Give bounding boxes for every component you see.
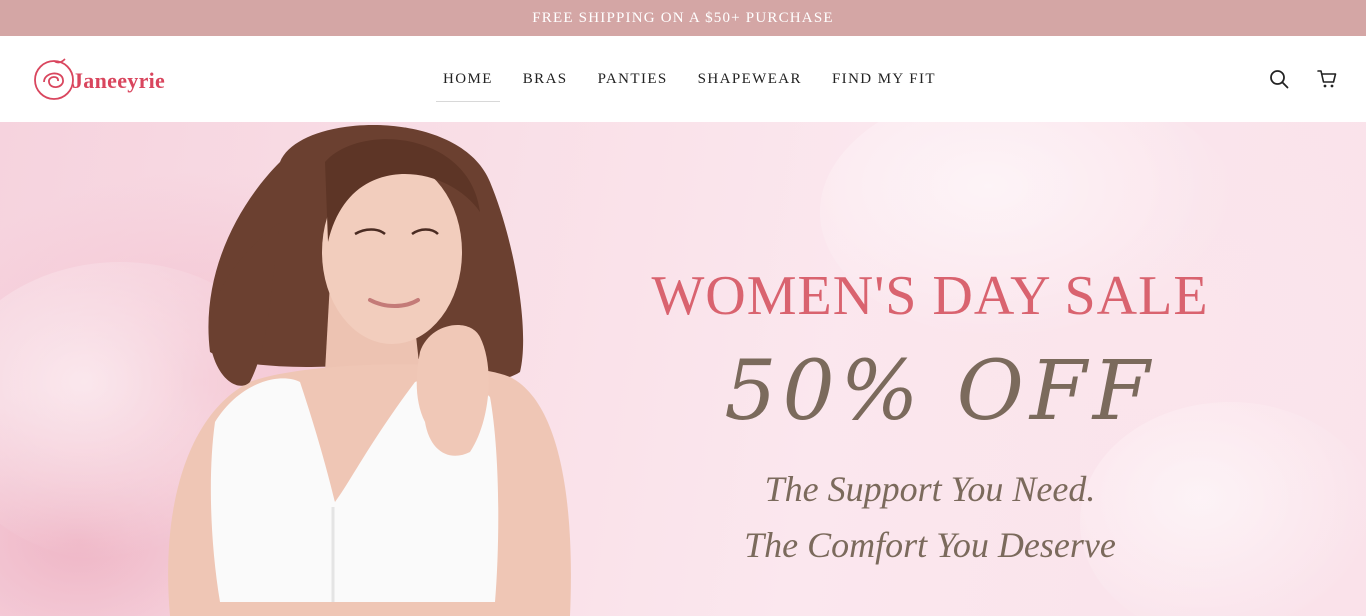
nav-item-find-my-fit[interactable]: FIND MY FIT	[817, 71, 951, 88]
model-image	[168, 124, 571, 616]
hero-tagline-1: The Support You Need.	[764, 469, 1096, 509]
hero-tagline-2: The Comfort You Deserve	[744, 525, 1116, 565]
header-actions	[1268, 36, 1338, 122]
hero-offer: 50% OFF	[724, 344, 1156, 439]
brand-name: Janeeyrie	[72, 68, 166, 93]
main-nav: HOME BRAS PANTIES SHAPEWEAR FIND MY FIT	[428, 36, 951, 122]
hero-banner[interactable]: WOMEN'S DAY SALE 50% OFF The Support You…	[0, 122, 1366, 616]
announcement-bar: FREE SHIPPING ON A $50+ PURCHASE	[0, 0, 1366, 36]
announcement-text: FREE SHIPPING ON A $50+ PURCHASE	[532, 9, 834, 26]
site-header: Janeeyrie HOME BRAS PANTIES SHAPEWEAR FI…	[0, 36, 1366, 122]
cart-button[interactable]	[1316, 68, 1338, 90]
cart-icon	[1317, 70, 1337, 88]
brand-logo[interactable]: Janeeyrie	[32, 56, 165, 102]
hero-copy: WOMEN'S DAY SALE 50% OFF The Support You…	[620, 122, 1240, 616]
nav-item-shapewear[interactable]: SHAPEWEAR	[683, 71, 817, 88]
search-icon	[1270, 70, 1289, 89]
search-button[interactable]	[1268, 68, 1290, 90]
nav-item-panties[interactable]: PANTIES	[583, 71, 683, 88]
hero-headline: WOMEN'S DAY SALE	[651, 265, 1209, 327]
nav-item-bras[interactable]: BRAS	[508, 71, 583, 88]
nav-item-home[interactable]: HOME	[428, 71, 508, 102]
